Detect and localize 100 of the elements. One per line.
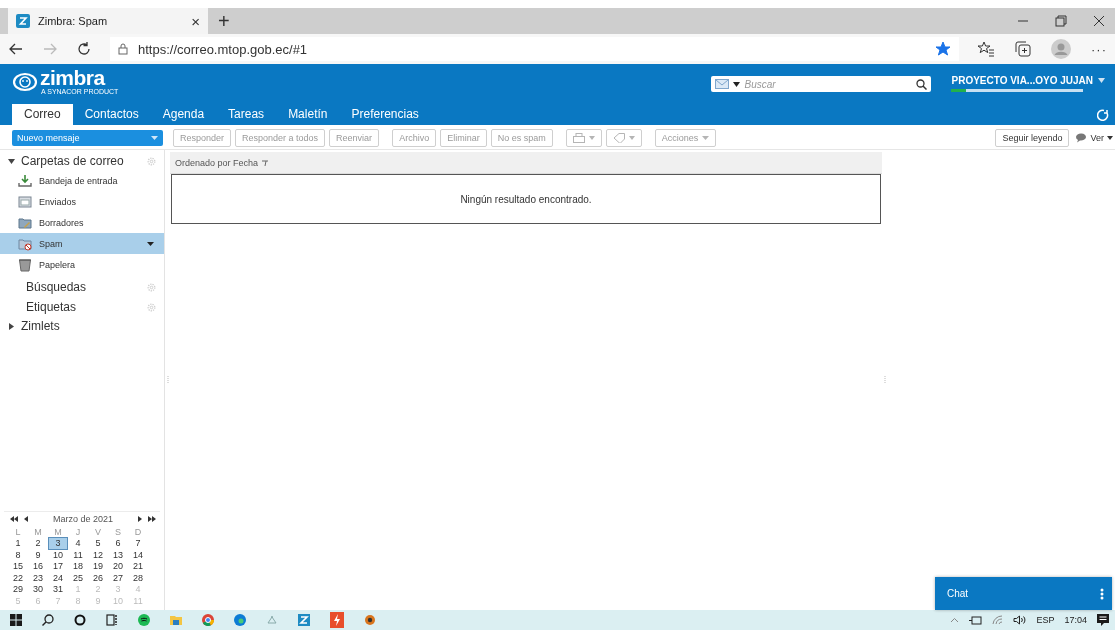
sort-header[interactable]: Ordenado por Fecha (170, 152, 882, 174)
section-header[interactable]: Etiquetas (26, 300, 147, 314)
caret-icon (733, 81, 741, 87)
back-icon[interactable] (8, 41, 24, 57)
folder-item[interactable]: Enviados (0, 191, 164, 212)
calendar-day[interactable]: 11 (68, 549, 88, 561)
calendar-day[interactable]: 27 (108, 572, 128, 584)
tab-close-button[interactable]: × (191, 12, 200, 30)
logo-wordmark: zimbra (40, 68, 107, 88)
section-header[interactable]: Zimlets (21, 319, 60, 333)
folder-icon[interactable] (170, 614, 182, 626)
calendar-day[interactable]: 25 (68, 572, 88, 584)
calendar-day[interactable]: 3 (48, 537, 68, 551)
calendar-day[interactable]: 21 (128, 561, 148, 573)
collections-icon[interactable] (1015, 41, 1031, 57)
calendar-day[interactable]: 12 (88, 549, 108, 561)
app-tab[interactable]: Correo (12, 104, 73, 125)
calendar-day[interactable]: 4 (68, 538, 88, 550)
caret-icon (588, 135, 595, 140)
profile-avatar-icon[interactable] (1051, 39, 1071, 59)
folder-item[interactable]: Papelera (0, 254, 164, 275)
caret-icon[interactable] (147, 241, 154, 246)
more-vertical-icon[interactable] (1100, 587, 1104, 600)
app-tab[interactable]: Preferencias (339, 104, 431, 125)
calendar-day[interactable]: 7 (128, 538, 148, 550)
double-left-arrow-icon[interactable] (10, 516, 18, 522)
collapsed-arrow-icon[interactable] (8, 322, 15, 330)
chat-bar[interactable]: Chat (935, 577, 1112, 610)
calendar-day[interactable]: 2 (28, 538, 48, 550)
calendar-day[interactable]: 16 (28, 561, 48, 573)
left-arrow-icon[interactable] (24, 516, 28, 522)
calendar-day[interactable]: 24 (48, 572, 68, 584)
caret-icon (628, 135, 635, 140)
calendar-day[interactable]: 15 (8, 561, 28, 573)
folder-item[interactable]: Bandeja de entrada (0, 170, 164, 191)
calendar-day[interactable]: 5 (88, 538, 108, 550)
calendar-day[interactable]: 20 (108, 561, 128, 573)
calendar-day[interactable]: 10 (48, 549, 68, 561)
wifi-icon[interactable] (992, 615, 1004, 625)
task-view-icon[interactable] (106, 614, 118, 626)
calendar-day[interactable]: 30 (28, 584, 48, 596)
restore-icon[interactable] (1055, 15, 1067, 27)
reload-icon[interactable] (76, 41, 92, 57)
expanded-arrow-icon[interactable] (8, 157, 15, 165)
calendar-day[interactable]: 18 (68, 561, 88, 573)
weekday-label: M (33, 527, 43, 538)
folder-item[interactable]: Spam (0, 233, 164, 254)
calendar-day[interactable]: 29 (8, 584, 28, 596)
calendar-day[interactable]: 8 (8, 549, 28, 561)
app-tab[interactable]: Contactos (72, 104, 151, 125)
address-bar[interactable]: https://correo.mtop.gob.ec/#1 (110, 37, 959, 61)
chrome-like-browser-icon[interactable] (202, 614, 214, 626)
notification-icon[interactable] (1097, 614, 1109, 626)
calendar-day[interactable]: 13 (108, 549, 128, 561)
circle-icon[interactable] (74, 614, 86, 626)
windows-logo-icon[interactable] (10, 614, 22, 626)
app-tab[interactable]: Tareas (216, 104, 277, 125)
calendar-day[interactable]: 26 (88, 572, 108, 584)
close-icon[interactable] (1093, 15, 1105, 27)
calendar-day[interactable]: 19 (88, 561, 108, 573)
new-tab-button[interactable]: + (218, 8, 230, 34)
calendar-day[interactable]: 31 (48, 584, 68, 596)
calendar-day[interactable]: 23 (28, 572, 48, 584)
clock-time[interactable]: 17:04 (1064, 615, 1087, 625)
continue-reading-button[interactable]: Seguir leyendo (995, 128, 1070, 147)
app-tab[interactable]: Maletín (276, 104, 340, 125)
right-arrow-icon[interactable] (138, 516, 142, 522)
view-menu-button[interactable]: Ver (1073, 132, 1115, 143)
calendar-day[interactable]: 9 (28, 549, 48, 561)
weekday-label: M (53, 527, 63, 538)
more-menu-button[interactable]: ··· (1091, 41, 1107, 57)
z-app-icon[interactable] (298, 614, 310, 626)
calendar-day[interactable]: 17 (48, 561, 68, 573)
app-tab[interactable]: Agenda (150, 104, 217, 125)
favorites-icon[interactable] (977, 41, 995, 57)
search-icon[interactable] (916, 78, 928, 90)
folder-item[interactable]: Borradores (0, 212, 164, 233)
folder-section-header[interactable]: Carpetas de correo (21, 154, 141, 168)
splitter-handle-icon[interactable] (883, 376, 886, 384)
calendar-day[interactable]: 6 (108, 538, 128, 550)
calendar-day[interactable]: 28 (128, 572, 148, 584)
double-right-arrow-icon[interactable] (148, 516, 156, 522)
calendar-day[interactable]: 1 (8, 538, 28, 550)
music-app-icon[interactable] (138, 614, 150, 626)
section-header[interactable]: Búsquedas (26, 280, 147, 294)
empty-results-message: Ningún resultado encontrado. (171, 174, 881, 224)
search-bar[interactable]: Buscar (711, 76, 932, 92)
search-icon[interactable] (42, 614, 54, 626)
calendar-day[interactable]: 14 (128, 549, 148, 561)
user-name[interactable]: PROYECTO VIA...OYO JUJAN (951, 75, 1093, 86)
lightning-icon[interactable] (330, 612, 344, 628)
star-icon[interactable] (935, 41, 951, 57)
calendar-day[interactable]: 22 (8, 572, 28, 584)
speaker-icon[interactable] (1013, 615, 1027, 625)
chevron-up-icon[interactable] (950, 617, 960, 623)
language-indicator[interactable]: ESP (1036, 615, 1055, 625)
folder-icon (18, 215, 32, 230)
browser-tab[interactable]: Zimbra: Spam × (8, 8, 208, 34)
refresh-icon[interactable] (1097, 108, 1109, 121)
record-icon[interactable] (364, 614, 376, 626)
